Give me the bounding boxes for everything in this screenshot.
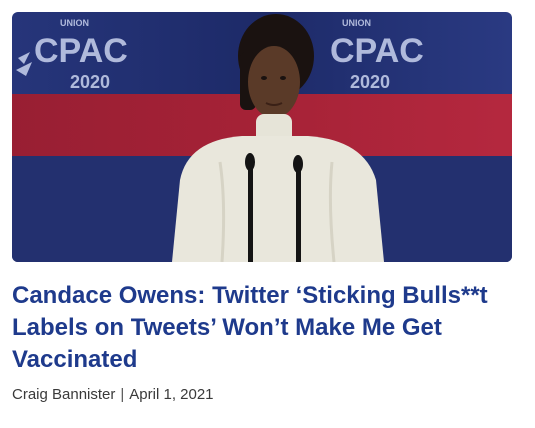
article-image[interactable]: UNION CPAC 2020 UNION CPAC 2020 xyxy=(12,12,512,262)
article-card: UNION CPAC 2020 UNION CPAC 2020 Candace … xyxy=(0,0,535,428)
article-byline: Craig Bannister | April 1, 2021 xyxy=(12,385,214,405)
logo-small-right: UNION xyxy=(342,18,371,28)
author-name: Craig Bannister xyxy=(12,386,116,403)
logo-year-left: 2020 xyxy=(70,72,110,92)
byline-separator: | xyxy=(120,386,125,403)
publish-date: April 1, 2021 xyxy=(129,386,214,403)
logo-text-right: CPAC xyxy=(330,32,424,70)
logo-year-right: 2020 xyxy=(350,72,390,92)
article-headline[interactable]: Candace Owens: Twitter ‘Sticking Bulls**… xyxy=(12,280,524,376)
logo-small-left: UNION xyxy=(60,18,89,28)
speaker-face xyxy=(248,46,300,118)
logo-text-left: CPAC xyxy=(34,32,128,70)
speaker-sweater xyxy=(172,136,384,262)
